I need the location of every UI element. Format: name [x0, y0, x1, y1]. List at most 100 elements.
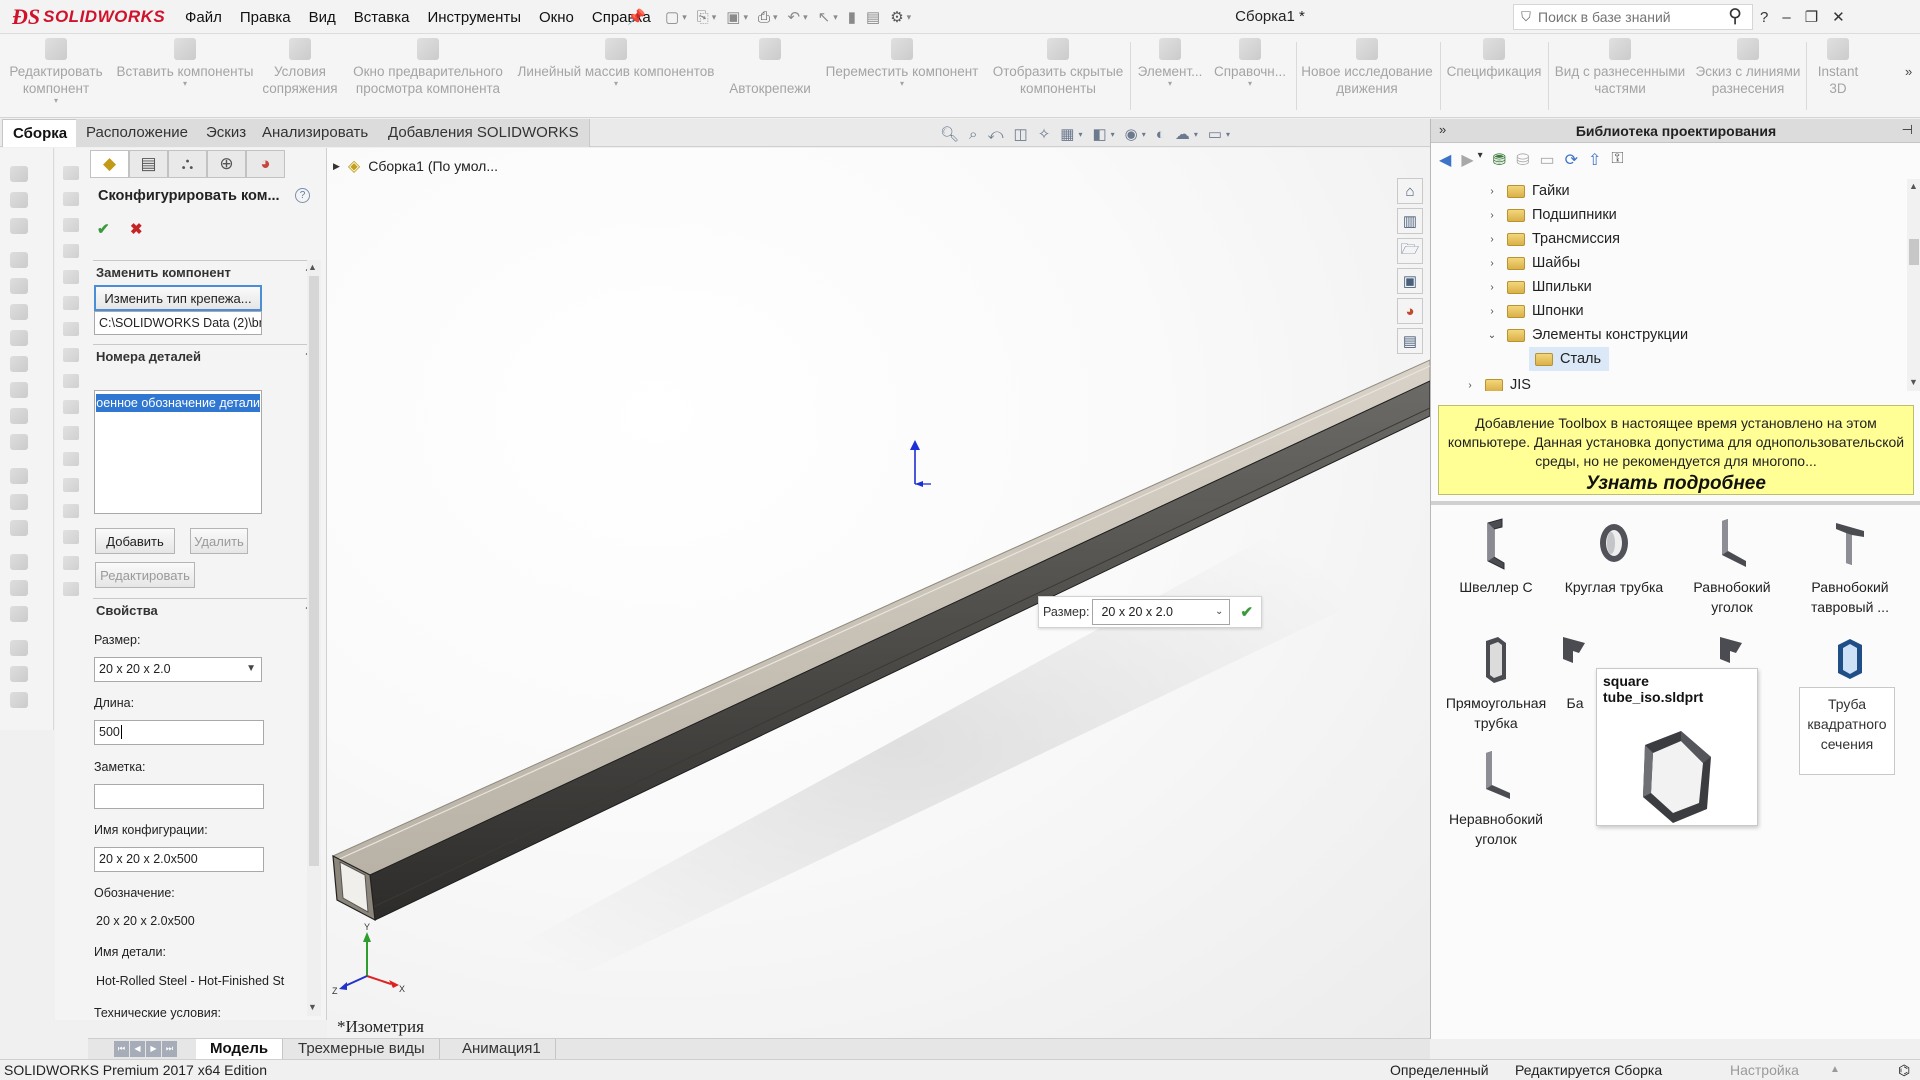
pm-side-icon[interactable] [63, 218, 79, 232]
edit-component-button[interactable]: Редактировать компонент ▾ [6, 38, 106, 114]
pm-side-icon[interactable] [63, 400, 79, 414]
scroll-up-icon[interactable]: ▲ [1909, 181, 1918, 191]
scroll-thumb[interactable] [1909, 239, 1919, 265]
tree-scrollbar[interactable]: ▲ ▼ [1907, 179, 1920, 391]
tool-icon[interactable] [10, 494, 28, 510]
expand-arrow-icon[interactable]: › [1485, 306, 1499, 317]
tool-icon[interactable] [10, 434, 28, 450]
knowledge-base-search[interactable]: ⛉ ⚲ [1513, 4, 1753, 30]
library-item-beam[interactable]: Ба [1555, 633, 1595, 713]
scene-icon[interactable]: ☁ [1175, 125, 1190, 143]
print-icon[interactable]: ⎙ [758, 9, 770, 26]
collapse-arrow-icon[interactable]: ⌄ [1485, 330, 1499, 341]
linear-pattern-button[interactable]: Линейный массив компонентов ▾ [514, 38, 718, 114]
dynamic-annotation-icon[interactable]: ✧ [1038, 125, 1051, 143]
expand-arrow-icon[interactable]: › [1485, 186, 1499, 197]
library-item-c-channel[interactable]: Швеллер С [1437, 517, 1555, 597]
learn-more-link[interactable]: Узнать подробнее [1439, 473, 1913, 495]
view-settings-icon[interactable]: ▭ [1208, 125, 1222, 143]
popup-ok-check-icon[interactable]: ✔ [1240, 603, 1253, 621]
save-icon[interactable]: ▣ [726, 8, 740, 26]
pm-scrollbar[interactable]: ▲ ▼ [307, 260, 321, 1016]
tree-item-nuts[interactable]: › Гайки [1485, 179, 1569, 203]
group-header[interactable]: Свойства ⌃ [93, 599, 315, 623]
options-gear-icon[interactable]: ⚙ [890, 8, 903, 26]
library-item-unequal-angle[interactable]: Неравнобокий уголок [1437, 749, 1555, 849]
solidworks-logo[interactable]: ƉS SOLIDWORKS [12, 3, 165, 31]
explode-line-sketch-button[interactable]: Эскиз с линиями разнесения [1692, 38, 1804, 114]
tree-item-steel[interactable]: Сталь [1529, 347, 1610, 371]
forward-icon[interactable]: ▶ [1461, 150, 1473, 170]
zoom-to-fit-icon[interactable]: 🔍︎ [940, 125, 959, 143]
tool-icon[interactable] [10, 218, 28, 234]
pm-side-icon[interactable] [63, 270, 79, 284]
tool-icon[interactable] [10, 554, 28, 570]
popup-size-select[interactable]: 20 x 20 x 2.0 ⌄ [1092, 599, 1231, 625]
minimize-icon[interactable]: – [1782, 9, 1790, 26]
previous-view-icon[interactable]: ⤺ [987, 126, 1003, 143]
reference-geometry-button[interactable]: Справочн... ▾ [1208, 38, 1292, 114]
restore-icon[interactable]: ❐ [1805, 8, 1818, 26]
pm-side-icon[interactable] [63, 322, 79, 336]
history-dropdown-icon[interactable]: ▾ [1478, 150, 1483, 170]
scroll-down-icon[interactable]: ▼ [1909, 377, 1918, 387]
tree-item-keys[interactable]: › Шпонки [1485, 299, 1583, 323]
assembly-feature-button[interactable]: Элемент... ▾ [1134, 38, 1206, 114]
tool-icon[interactable] [10, 278, 28, 294]
tool-icon[interactable] [10, 330, 28, 346]
library-item-tee[interactable]: Равнобокий тавровый ... [1791, 517, 1909, 617]
note-input[interactable] [94, 784, 264, 809]
more-commands-chevron-icon[interactable]: » [1905, 64, 1912, 79]
undo-icon[interactable]: ↶ [788, 8, 801, 26]
show-hidden-button[interactable]: Отобразить скрытые компоненты [988, 38, 1128, 114]
library-item-square-tube[interactable] [1791, 633, 1909, 693]
up-one-level-icon[interactable]: ⇧ [1588, 150, 1601, 170]
pin-menu-icon[interactable]: 📌 [627, 8, 646, 26]
search-icon[interactable]: ⚲ [1728, 5, 1742, 28]
file-properties-icon[interactable]: ▤ [866, 8, 880, 26]
status-settings[interactable]: Настройка [1730, 1062, 1799, 1078]
library-splitter[interactable] [1431, 501, 1920, 505]
rebuild-icon[interactable]: ▮ [848, 8, 856, 26]
move-component-button[interactable]: Переместить компонент ▾ [818, 38, 986, 114]
expand-arrow-icon[interactable]: › [1463, 380, 1477, 391]
dimxpert-tab-icon[interactable]: ⊕ [207, 150, 246, 178]
feature-manager-tab-icon[interactable]: ◆ [90, 150, 129, 178]
appearance-icon[interactable]: ◐ [1156, 126, 1165, 143]
design-library-folder-icon[interactable]: 🗁 [1397, 238, 1423, 264]
tool-icon[interactable] [10, 666, 28, 682]
zoom-area-icon[interactable]: ⌕ [969, 126, 977, 143]
expand-arrow-icon[interactable]: › [1485, 234, 1499, 245]
pm-side-icon[interactable] [63, 478, 79, 492]
tree-item-power-transmission[interactable]: › Трансмиссия [1485, 227, 1620, 251]
pm-side-icon[interactable] [63, 452, 79, 466]
part-number-item[interactable]: Неприсвоенное обозначение детали [96, 394, 260, 412]
library-item-equal-angle[interactable]: Равнобокий уголок [1673, 517, 1791, 617]
tool-icon[interactable] [10, 382, 28, 398]
size-select[interactable]: 20 x 20 x 2.0 ▼ [94, 657, 262, 682]
section-view-icon[interactable]: ◫ [1014, 125, 1028, 143]
view-orientation-icon[interactable]: ▦ [1060, 125, 1074, 143]
notifications-icon[interactable]: ⌬ [1898, 1062, 1910, 1079]
file-explorer-icon[interactable]: ▣ [1397, 268, 1423, 294]
pm-side-icon[interactable] [63, 374, 79, 388]
pm-side-icon[interactable] [63, 166, 79, 180]
tool-icon[interactable] [10, 520, 28, 536]
help-icon[interactable]: ? [1760, 9, 1768, 26]
tab-3d-views[interactable]: Трехмерные виды [284, 1039, 440, 1060]
preview-window-button[interactable]: Окно предварительного просмотра компонен… [344, 38, 512, 114]
cancel-x-icon[interactable]: ✖ [130, 220, 143, 238]
tool-icon[interactable] [10, 606, 28, 622]
display-manager-tab-icon[interactable]: ◕ [246, 150, 285, 178]
prev-tab-icon[interactable]: ◀ [130, 1041, 145, 1057]
back-icon[interactable]: ◀ [1439, 150, 1451, 170]
pm-side-icon[interactable] [63, 426, 79, 440]
tool-icon[interactable] [10, 304, 28, 320]
delete-part-number-button[interactable]: Удалить [190, 528, 248, 554]
new-document-icon[interactable]: ▢ [665, 8, 679, 26]
component-path-field[interactable]: C:\SOLIDWORKS Data (2)\browse [94, 311, 262, 335]
tab-layout[interactable]: Расположение [76, 119, 199, 147]
close-icon[interactable]: ✕ [1832, 8, 1845, 26]
configuration-manager-tab-icon[interactable]: ⛬ [168, 150, 207, 178]
tool-icon[interactable] [10, 408, 28, 424]
